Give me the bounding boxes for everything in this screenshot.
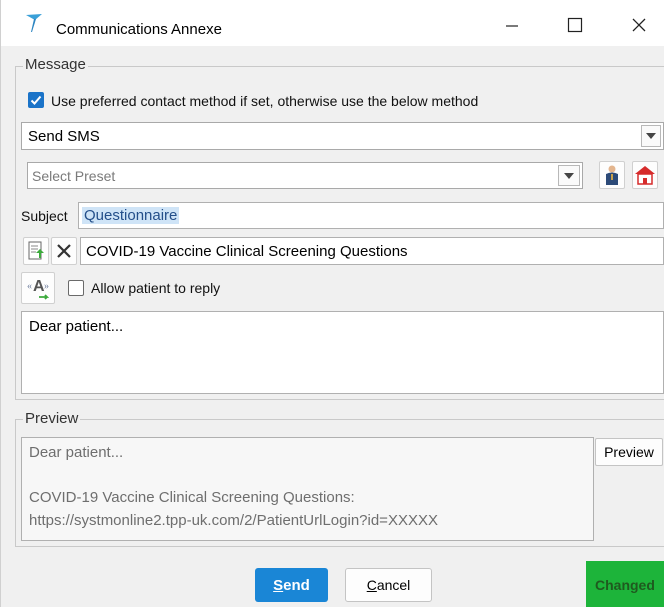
send-mnemonic: S (273, 576, 284, 594)
remove-questionnaire-button[interactable] (51, 237, 77, 265)
communications-annexe-window: Communications Annexe Message Use prefer… (0, 0, 664, 607)
preset-placeholder: Select Preset (32, 168, 116, 184)
preview-line-3: https://systmonline2.tpp-uk.com/2/Patien… (29, 512, 438, 529)
message-body-textarea[interactable]: Dear patient... (21, 311, 664, 394)
maximize-icon (567, 17, 583, 33)
text-merge-icon: « A » (27, 278, 50, 300)
subject-label: Subject (21, 208, 68, 224)
cancel-button[interactable]: Cancel (345, 568, 432, 602)
close-icon (57, 244, 71, 258)
message-body-text: Dear patient... (29, 318, 124, 335)
allow-reply-label: Allow patient to reply (91, 280, 221, 296)
organisation-button[interactable] (632, 161, 658, 189)
subject-field[interactable]: Questionnaire (78, 202, 664, 229)
checkmark-icon (30, 95, 42, 105)
preview-line-1: Dear patient... (29, 444, 124, 461)
select-questionnaire-button[interactable] (23, 237, 49, 265)
person-icon (606, 165, 618, 185)
changed-label: Changed (595, 577, 655, 593)
preview-textarea: Dear patient... COVID-19 Vaccine Clinica… (21, 437, 594, 541)
send-method-select[interactable]: Send SMS (21, 122, 664, 150)
preview-button[interactable]: Preview (595, 438, 663, 466)
send-method-value: Send SMS (28, 128, 100, 145)
minimize-button[interactable] (494, 12, 530, 38)
svg-text:»: » (44, 281, 49, 292)
preferred-contact-checkbox[interactable] (28, 92, 44, 108)
questionnaire-form-icon (28, 241, 44, 260)
chevron-down-icon[interactable] (641, 125, 661, 147)
send-label-rest: end (283, 576, 310, 594)
maximize-button[interactable] (557, 12, 593, 38)
cancel-label-rest: ancel (376, 577, 411, 593)
cancel-mnemonic: C (366, 577, 377, 593)
preferred-contact-label: Use preferred contact method if set, oth… (51, 93, 479, 109)
send-button[interactable]: Send (255, 568, 328, 602)
title-bar: Communications Annexe (1, 0, 664, 46)
app-logo-icon (26, 14, 42, 32)
allow-reply-checkbox[interactable] (68, 280, 84, 296)
window-title: Communications Annexe (56, 21, 222, 38)
questionnaire-value: COVID-19 Vaccine Clinical Screening Ques… (86, 243, 408, 260)
preview-line-2: COVID-19 Vaccine Clinical Screening Ques… (29, 489, 355, 506)
svg-text:«: « (27, 281, 32, 292)
message-group-label: Message (23, 56, 88, 73)
merge-fields-button[interactable]: « A » (21, 272, 55, 304)
close-button[interactable] (621, 12, 657, 38)
minimize-icon (506, 25, 518, 27)
preset-select[interactable]: Select Preset (27, 162, 583, 189)
questionnaire-field[interactable]: COVID-19 Vaccine Clinical Screening Ques… (80, 237, 664, 265)
close-icon (632, 18, 646, 32)
house-icon (635, 166, 655, 185)
patient-button[interactable] (599, 161, 625, 189)
changed-status-indicator: Changed (586, 561, 664, 607)
subject-value: Questionnaire (82, 207, 180, 224)
chevron-down-icon[interactable] (558, 165, 580, 186)
preview-group-label: Preview (23, 410, 81, 427)
